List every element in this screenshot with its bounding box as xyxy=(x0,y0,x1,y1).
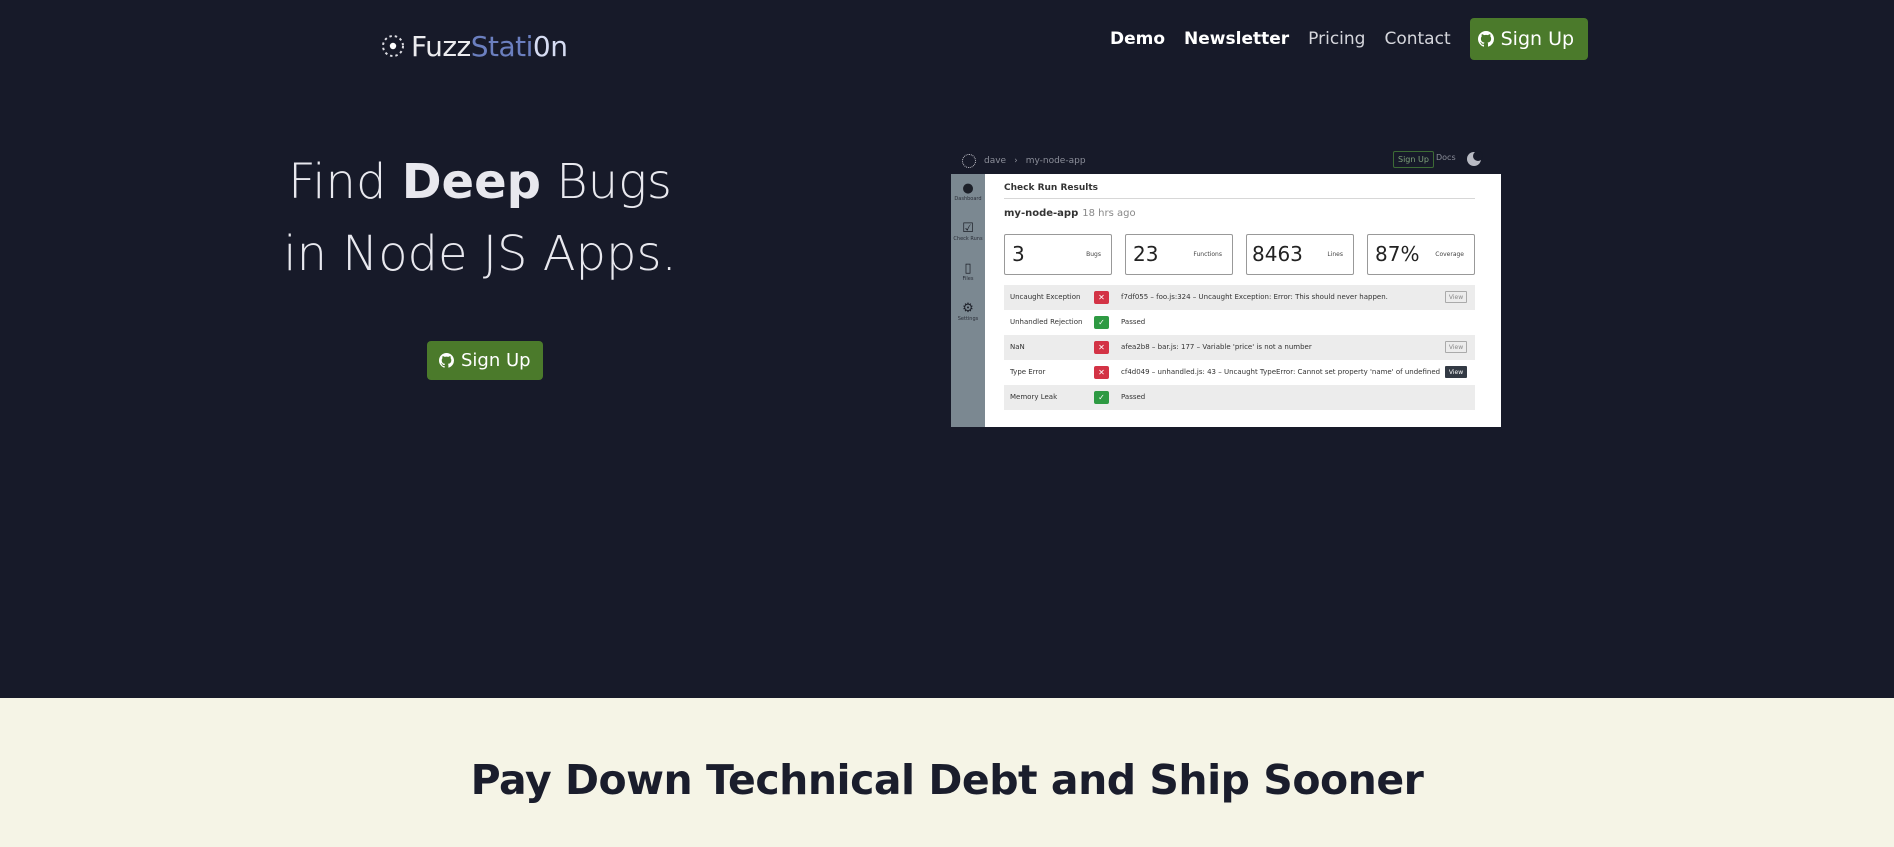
view-button: View xyxy=(1445,291,1467,303)
view-button: View xyxy=(1445,366,1467,378)
hero-headline: Find Deep Bugs in Node JS Apps. xyxy=(240,146,720,290)
screenshot-main-panel: Check Run Results my-node-app 18 hrs ago … xyxy=(985,174,1501,427)
nav-link-newsletter[interactable]: Newsletter xyxy=(1184,29,1289,49)
screenshot-breadcrumb-separator: › xyxy=(1014,156,1018,166)
headline-line-1: Find Deep Bugs xyxy=(288,154,672,210)
check-row: Type Error ✕ cf4d049 – unhandled.js: 43 … xyxy=(1004,360,1475,385)
logo-wordmark: FuzzStati0n xyxy=(411,29,568,63)
stat-coverage: 87% Coverage xyxy=(1367,234,1475,275)
logo[interactable]: FuzzStati0n xyxy=(379,28,568,64)
check-row: Memory Leak ✓ Passed xyxy=(1004,385,1475,410)
screenshot-divider xyxy=(1004,198,1475,199)
headline-line-2: in Node JS Apps. xyxy=(283,226,677,282)
nav-link-pricing[interactable]: Pricing xyxy=(1308,29,1365,49)
product-screenshot: dave › my-node-app Sign Up Docs ● Dashbo… xyxy=(951,148,1501,427)
screenshot-topbar: dave › my-node-app Sign Up Docs xyxy=(951,148,1501,174)
screenshot-sidebar-check-runs: ☑ Check Runs xyxy=(951,221,985,243)
screenshot-breadcrumb-user: dave xyxy=(984,156,1007,166)
screenshot-breadcrumb-app: my-node-app xyxy=(1025,156,1086,166)
top-nav: Demo Newsletter Pricing Contact Sign Up xyxy=(1110,18,1589,60)
nav-link-contact[interactable]: Contact xyxy=(1384,29,1450,49)
nav-signup-button[interactable]: Sign Up xyxy=(1469,18,1589,60)
screenshot-sidebar-settings: ⚙ Settings xyxy=(951,301,985,323)
screenshot-docs-link: Docs xyxy=(1436,153,1456,162)
check-row: Uncaught Exception ✕ f7df055 – foo.js:32… xyxy=(1004,285,1475,310)
hero-section: FuzzStati0n Demo Newsletter Pricing Cont… xyxy=(0,0,1894,698)
screenshot-theme-moon-icon xyxy=(1467,151,1483,166)
stat-lines: 8463 Lines xyxy=(1246,234,1354,275)
fail-badge-icon: ✕ xyxy=(1094,341,1109,354)
screenshot-sidebar-files: ▯ Files xyxy=(951,261,985,283)
files-icon: ▯ xyxy=(964,261,972,276)
settings-icon: ⚙ xyxy=(962,301,974,316)
hero-signup-label: Sign Up xyxy=(461,350,531,371)
clipboard-check-icon: ☑ xyxy=(962,221,974,236)
hero-signup-button[interactable]: Sign Up xyxy=(427,341,543,380)
screenshot-sidebar: ● Dashboard ☑ Check Runs ▯ Files ⚙ Setti… xyxy=(951,174,985,427)
screenshot-app-header: my-node-app 18 hrs ago xyxy=(1004,208,1136,219)
screenshot-sidebar-dashboard: ● Dashboard xyxy=(951,181,985,203)
stat-functions: 23 Functions xyxy=(1125,234,1233,275)
check-row: NaN ✕ afea2b8 – bar.js: 177 – Variable '… xyxy=(1004,335,1475,360)
nav-link-demo[interactable]: Demo xyxy=(1110,29,1165,49)
check-row: Unhandled Rejection ✓ Passed xyxy=(1010,316,1146,329)
github-icon xyxy=(1477,31,1494,47)
pass-badge-icon: ✓ xyxy=(1094,316,1109,329)
features-section: Pay Down Technical Debt and Ship Sooner xyxy=(0,698,1894,847)
screenshot-logo-icon xyxy=(962,154,976,168)
section-title: Pay Down Technical Debt and Ship Sooner xyxy=(470,756,1424,804)
view-button: View xyxy=(1445,341,1467,353)
github-icon xyxy=(439,353,454,368)
brain-icon: ● xyxy=(962,181,974,196)
screenshot-title: Check Run Results xyxy=(1004,183,1098,193)
fail-badge-icon: ✕ xyxy=(1094,291,1109,304)
stat-bugs: 3 Bugs xyxy=(1004,234,1112,275)
fail-badge-icon: ✕ xyxy=(1094,366,1109,379)
logo-mark-icon xyxy=(382,35,404,57)
screenshot-signup-button: Sign Up xyxy=(1393,151,1434,168)
pass-badge-icon: ✓ xyxy=(1094,391,1109,404)
nav-signup-label: Sign Up xyxy=(1500,28,1575,50)
